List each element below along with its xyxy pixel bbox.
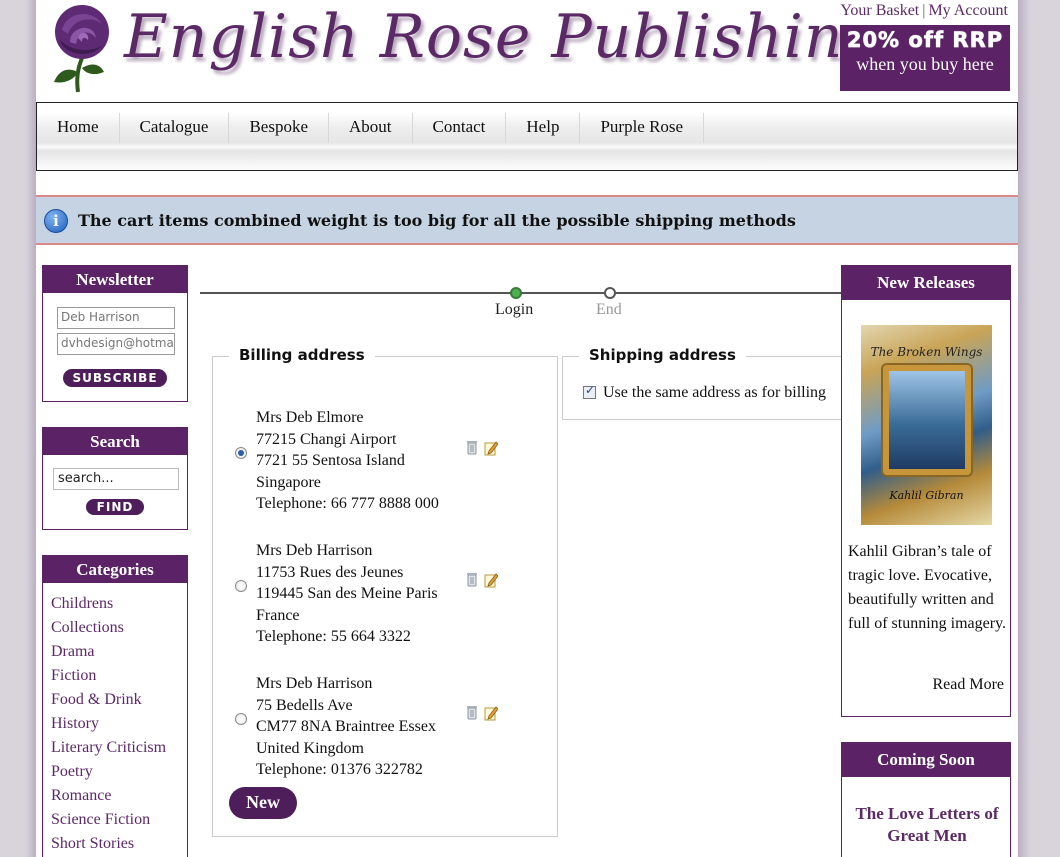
- coming-soon-box: Coming Soon The Love Letters of Great Me…: [841, 742, 1011, 857]
- nav-item-contact[interactable]: Contact: [413, 113, 507, 143]
- same-address-checkbox[interactable]: [583, 383, 596, 399]
- book-cover-author: Kahlil Gibran: [889, 489, 964, 502]
- new-releases-box: New Releases The Broken Wings Kahlil Gib…: [841, 265, 1011, 717]
- billing-address-1-text: Mrs Deb Elmore 77215 Changi Airport 7721…: [256, 409, 439, 512]
- billing-address-2-delete-icon[interactable]: [465, 572, 479, 588]
- nav-item-purple-rose[interactable]: Purple Rose: [580, 113, 705, 143]
- book-blurb: Kahlil Gibran’s tale of tragic love. Evo…: [848, 543, 1007, 632]
- billing-address-1-edit-icon[interactable]: [484, 440, 498, 456]
- category-childrens[interactable]: Childrens: [51, 594, 166, 618]
- main-nav: Home Catalogue Bespoke About Contact Hel…: [36, 102, 1018, 171]
- category-food-drink[interactable]: Food & Drink: [51, 690, 166, 714]
- category-list: Childrens Collections Drama Fiction Food…: [51, 594, 166, 857]
- category-fiction[interactable]: Fiction: [51, 666, 166, 690]
- read-more-link[interactable]: Read More: [932, 676, 1004, 694]
- nav-item-catalogue[interactable]: Catalogue: [120, 113, 230, 143]
- page: English Rose Publishing Your Basket | My A…: [36, 0, 1018, 857]
- category-collections[interactable]: Collections: [51, 618, 166, 642]
- new-releases-title: New Releases: [842, 266, 1010, 300]
- billing-address-2-text: Mrs Deb Harrison 11753 Rues des Jeunes 1…: [256, 542, 438, 645]
- category-science-fiction[interactable]: Science Fiction: [51, 810, 166, 834]
- brand-title[interactable]: English Rose Publishing: [124, 2, 883, 72]
- my-account-link[interactable]: My Account: [928, 2, 1008, 19]
- billing-address-1-delete-icon[interactable]: [465, 440, 479, 456]
- search-input[interactable]: search...: [53, 468, 179, 490]
- alert-message: The cart items combined weight is too bi…: [78, 211, 796, 230]
- step-login-marker: [510, 287, 522, 299]
- book-cover-title: The Broken Wings: [870, 345, 983, 359]
- new-address-button[interactable]: New: [229, 787, 297, 819]
- billing-address-2-radio[interactable]: [235, 580, 247, 592]
- step-end-label: End: [596, 301, 622, 318]
- category-drama[interactable]: Drama: [51, 642, 166, 666]
- subscribe-button[interactable]: SUBSCRIBE: [63, 369, 167, 387]
- promo-banner[interactable]: 20% off RRP when you buy here: [840, 25, 1010, 91]
- book-cover-image[interactable]: The Broken Wings Kahlil Gibran: [861, 325, 992, 525]
- billing-address-3-radio[interactable]: [235, 713, 247, 725]
- account-links: Your Basket | My Account: [840, 2, 1008, 20]
- shipping-address-legend: Shipping address: [579, 346, 746, 364]
- nav-item-help[interactable]: Help: [506, 113, 581, 143]
- shipping-weight-alert: i The cart items combined weight is too …: [36, 195, 1018, 245]
- search-box: Search search... FIND: [42, 427, 188, 530]
- billing-address-legend: Billing address: [229, 346, 375, 364]
- step-login-label: Login: [495, 301, 534, 318]
- info-icon: i: [44, 209, 68, 233]
- newsletter-title: Newsletter: [43, 266, 187, 293]
- page-shadow-left: [26, 0, 36, 857]
- rose-logo-icon[interactable]: [48, 2, 120, 94]
- same-address-label[interactable]: Use the same address as for billing: [603, 384, 826, 402]
- site-header: English Rose Publishing Your Basket | My A…: [36, 0, 1018, 101]
- shipping-address-fieldset: Shipping address Use the same address as…: [562, 346, 852, 420]
- billing-address-3-text: Mrs Deb Harrison 75 Bedells Ave CM77 8NA…: [256, 675, 436, 778]
- category-poetry[interactable]: Poetry: [51, 762, 166, 786]
- nav-item-bespoke[interactable]: Bespoke: [229, 113, 330, 143]
- page-shadow-right: [1018, 0, 1030, 857]
- billing-address-3-delete-icon[interactable]: [465, 705, 479, 721]
- newsletter-box: Newsletter Deb Harrison dvhdesign@hotma …: [42, 265, 188, 402]
- your-basket-link[interactable]: Your Basket: [840, 2, 919, 19]
- billing-address-3-edit-icon[interactable]: [484, 705, 498, 721]
- newsletter-name-field[interactable]: Deb Harrison: [57, 307, 175, 329]
- category-short-stories[interactable]: Short Stories: [51, 834, 166, 857]
- nav-item-about[interactable]: About: [329, 113, 413, 143]
- search-title: Search: [43, 428, 187, 455]
- category-romance[interactable]: Romance: [51, 786, 166, 810]
- categories-title: Categories: [43, 556, 187, 583]
- book-cover-frame: [883, 365, 971, 475]
- nav-item-home[interactable]: Home: [37, 113, 120, 143]
- billing-address-2-edit-icon[interactable]: [484, 572, 498, 588]
- promo-subtext: when you buy here: [856, 54, 994, 74]
- coming-soon-title: Coming Soon: [842, 743, 1010, 777]
- billing-address-1-radio[interactable]: [235, 447, 247, 459]
- newsletter-email-field[interactable]: dvhdesign@hotma: [57, 333, 175, 355]
- category-history[interactable]: History: [51, 714, 166, 738]
- billing-address-fieldset: Billing address Mrs Deb Elmore 77215 Cha…: [212, 346, 558, 837]
- coming-soon-book-title[interactable]: The Love Letters of Great Men: [842, 803, 1012, 847]
- step-end-marker: [604, 287, 616, 299]
- find-button[interactable]: FIND: [86, 499, 144, 515]
- promo-headline: 20% off RRP: [846, 28, 1004, 53]
- category-literary-criticism[interactable]: Literary Criticism: [51, 738, 166, 762]
- link-separator: |: [922, 2, 926, 19]
- categories-box: Categories Childrens Collections Drama F…: [42, 555, 188, 857]
